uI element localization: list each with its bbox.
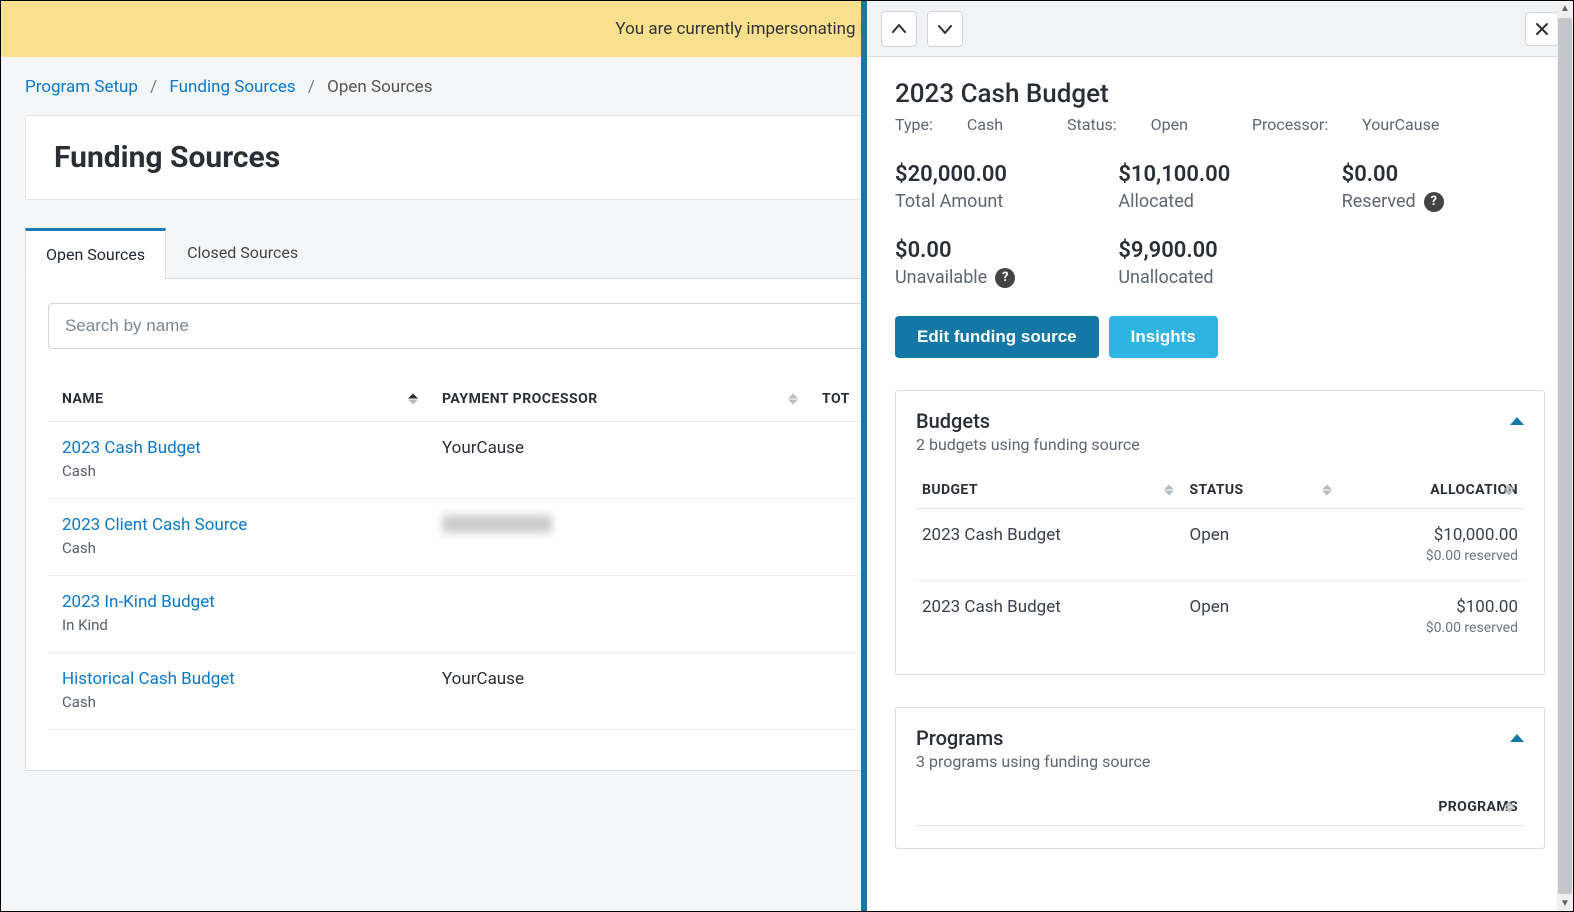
row-title[interactable]: 2023 In-Kind Budget — [62, 592, 414, 612]
programs-table: PROGRAMS — [916, 789, 1524, 826]
budgets-panel: Budgets 2 budgets using funding source B… — [895, 390, 1545, 675]
row-type: Cash — [62, 539, 414, 557]
drawer-close-button[interactable] — [1525, 12, 1559, 46]
page-scrollbar[interactable]: ▲ ▼ — [1557, 1, 1573, 911]
col-name[interactable]: NAME — [48, 377, 428, 422]
sort-icon — [1504, 485, 1514, 496]
budgets-panel-sub: 2 budgets using funding source — [916, 435, 1140, 454]
row-title[interactable]: 2023 Client Cash Source — [62, 515, 414, 535]
row-type: Cash — [62, 462, 414, 480]
budgets-panel-title: Budgets — [916, 409, 1140, 433]
chevron-down-icon — [938, 22, 952, 36]
row-type: Cash — [62, 693, 414, 711]
drawer-prev-button[interactable] — [881, 11, 917, 47]
budget-allocation: $100.00 — [1348, 597, 1518, 617]
sort-icon — [1322, 485, 1332, 496]
scroll-thumb[interactable] — [1558, 18, 1572, 894]
sort-icon — [1504, 802, 1514, 813]
budget-status: Open — [1184, 509, 1342, 581]
scroll-up-icon: ▲ — [1560, 3, 1570, 14]
sort-icon — [408, 394, 418, 405]
stat-unavailable: $0.00 Unavailable? — [895, 238, 1098, 288]
drawer-stats: $20,000.00 Total Amount $10,100.00 Alloc… — [895, 162, 1545, 288]
help-icon[interactable]: ? — [1424, 192, 1444, 212]
col-budget[interactable]: BUDGET — [916, 472, 1184, 509]
budget-row: 2023 Cash Budget Open $100.00 $0.00 rese… — [916, 581, 1524, 653]
stat-unallocated: $9,900.00 Unallocated — [1118, 238, 1321, 288]
col-processor-label: PAYMENT PROCESSOR — [442, 391, 598, 407]
stat-reserved: $0.00 Reserved? — [1342, 162, 1545, 212]
tab-closed-sources[interactable]: Closed Sources — [166, 228, 319, 279]
impersonation-text: You are currently impersonating — [615, 19, 855, 39]
col-processor[interactable]: PAYMENT PROCESSOR — [428, 377, 808, 422]
budgets-table: BUDGET STATUS ALLOCATION — [916, 472, 1524, 652]
col-total-label: TOT — [822, 391, 850, 407]
collapse-icon[interactable] — [1510, 734, 1524, 742]
col-status[interactable]: STATUS — [1184, 472, 1342, 509]
budget-reserved: $0.00 reserved — [1348, 620, 1518, 636]
scroll-down-icon: ▼ — [1560, 898, 1570, 909]
col-status-label: STATUS — [1190, 482, 1244, 498]
programs-panel-title: Programs — [916, 726, 1150, 750]
drawer-header — [867, 1, 1573, 57]
programs-panel: Programs 3 programs using funding source… — [895, 707, 1545, 849]
budget-name: 2023 Cash Budget — [916, 509, 1184, 581]
collapse-icon[interactable] — [1510, 417, 1524, 425]
close-icon — [1535, 22, 1549, 36]
programs-panel-sub: 3 programs using funding source — [916, 752, 1150, 771]
budget-status: Open — [1184, 581, 1342, 653]
breadcrumb-funding-sources[interactable]: Funding Sources — [169, 77, 295, 97]
edit-funding-source-button[interactable]: Edit funding source — [895, 316, 1099, 358]
chevron-up-icon — [892, 22, 906, 36]
budget-allocation: $10,000.00 — [1348, 525, 1518, 545]
breadcrumb-sep: / — [150, 77, 157, 97]
budget-reserved: $0.00 reserved — [1348, 548, 1518, 564]
col-budget-label: BUDGET — [922, 482, 978, 498]
tab-open-sources[interactable]: Open Sources — [25, 228, 166, 279]
drawer-next-button[interactable] — [927, 11, 963, 47]
detail-drawer: 2023 Cash Budget Type: Cash Status: Open… — [861, 1, 1573, 911]
stat-allocated: $10,100.00 Allocated — [1118, 162, 1321, 212]
drawer-body: 2023 Cash Budget Type: Cash Status: Open… — [867, 57, 1573, 911]
drawer-title: 2023 Cash Budget — [895, 79, 1545, 109]
row-processor — [428, 576, 808, 653]
breadcrumb-program-setup[interactable]: Program Setup — [25, 77, 138, 97]
insights-button[interactable]: Insights — [1109, 316, 1218, 358]
row-processor-blurred — [442, 515, 552, 533]
row-title[interactable]: 2023 Cash Budget — [62, 438, 414, 458]
breadcrumb-sep: / — [308, 77, 315, 97]
drawer-meta: Type: Cash Status: Open Processor: YourC… — [895, 115, 1545, 134]
help-icon[interactable]: ? — [995, 268, 1015, 288]
budget-row: 2023 Cash Budget Open $10,000.00 $0.00 r… — [916, 509, 1524, 581]
budget-name: 2023 Cash Budget — [916, 581, 1184, 653]
sort-icon — [1164, 485, 1174, 496]
row-type: In Kind — [62, 616, 414, 634]
breadcrumb-current: Open Sources — [327, 77, 432, 97]
sort-icon — [788, 394, 798, 405]
col-name-label: NAME — [62, 391, 104, 407]
drawer-actions: Edit funding source Insights — [895, 316, 1545, 358]
col-programs[interactable]: PROGRAMS — [916, 789, 1524, 826]
row-title[interactable]: Historical Cash Budget — [62, 669, 414, 689]
col-allocation[interactable]: ALLOCATION — [1342, 472, 1524, 509]
row-processor: YourCause — [428, 422, 808, 499]
row-processor: YourCause — [428, 653, 808, 730]
stat-total: $20,000.00 Total Amount — [895, 162, 1098, 212]
